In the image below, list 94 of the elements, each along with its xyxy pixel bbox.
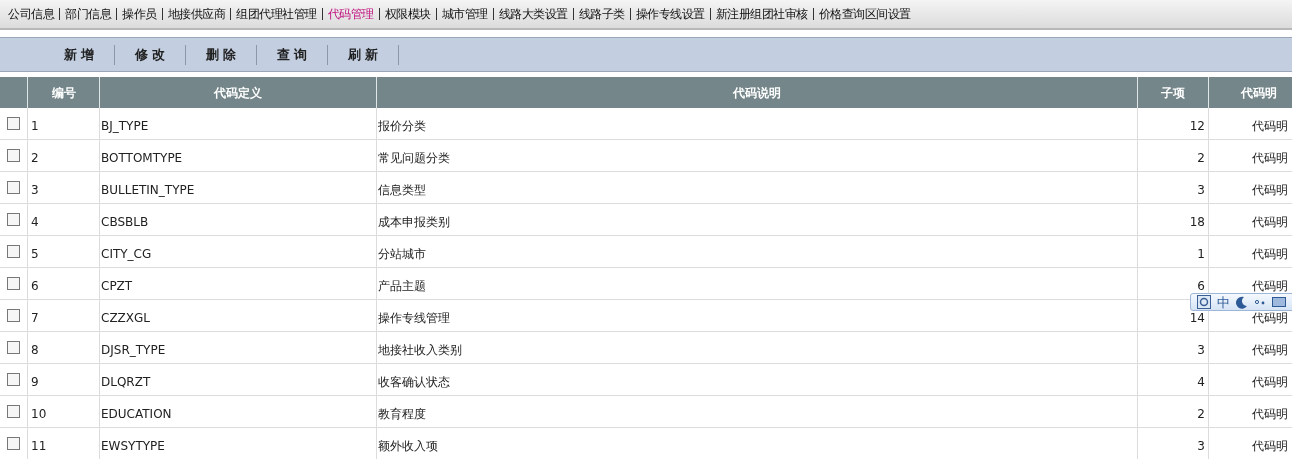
toolbar-button[interactable]: 刷 新 [328,44,398,65]
table-cell-text: 代码明 [1252,309,1288,327]
table-cell-text: BJ_TYPE [101,117,149,135]
row-checkbox[interactable] [7,181,20,194]
table-cell-text: 2 [1197,405,1205,423]
toolbar-button[interactable]: 查 询 [257,44,327,65]
table-cell-text: 收客确认状态 [378,373,450,391]
table-cell-text: 2 [1197,149,1205,167]
nav-link[interactable]: 线路子类 [578,5,625,23]
nav-link[interactable]: 代码管理 [327,5,374,23]
table-cell-text: DJSR_TYPE [101,341,166,359]
table-cell-text: 教育程度 [378,405,426,423]
nav-link[interactable]: 权限模块 [384,5,431,23]
table-cell-text: 4 [31,213,39,231]
table-cell-text: 8 [31,341,39,359]
ime-logo-icon[interactable] [1197,295,1211,309]
table-cell-text: 代码明 [1252,149,1288,167]
table-cell-text: 3 [1197,341,1205,359]
table-cell-text: 4 [1197,373,1205,391]
row-checkbox[interactable] [7,405,20,418]
table-cell-text: 代码明 [1252,277,1288,295]
input-mode-toggle[interactable]: 中 [1217,295,1230,309]
table-cell-text: 操作专线管理 [378,309,450,327]
table-cell-text: 地接社收入类别 [378,341,462,359]
table-cell-text: CPZT [101,277,133,295]
nav-link[interactable]: 地接供应商 [167,5,225,23]
table-cell-text: 代码明 [1252,437,1288,455]
table-cell-text: 成本申报类别 [378,213,450,231]
table-cell-text: 5 [31,245,39,263]
toolbar-button[interactable]: 删 除 [186,44,256,65]
table-cell-text: 报价分类 [378,117,426,135]
column-header: 编号 [28,77,100,108]
table-cell-text: 10 [31,405,47,423]
table-cell-text: 14 [1189,309,1205,327]
table-cell-text: CZZXGL [101,309,151,327]
row-checkbox[interactable] [7,117,20,130]
table-cell-text: 1 [1197,245,1205,263]
keyboard-icon[interactable] [1272,297,1286,307]
table-cell-text: 7 [31,309,39,327]
table-cell-text: 3 [1197,181,1205,199]
table-cell-text: 信息类型 [378,181,426,199]
nav-link[interactable]: 组团代理社管理 [236,5,317,23]
row-checkbox[interactable] [7,309,20,322]
toolbar-button[interactable]: 修 改 [115,44,185,65]
column-header: 代码定义 [100,77,377,108]
table-cell-text: 代码明 [1252,341,1288,359]
table-cell-text: 3 [1197,437,1205,455]
table-cell-text: DLQRZT [101,373,151,391]
column-header: 代码明 [1209,77,1292,108]
table-cell-text: 3 [31,181,39,199]
table-cell-text: 常见问题分类 [378,149,450,167]
row-checkbox[interactable] [7,277,20,290]
table-cell-text: CITY_CG [101,245,152,263]
table-cell-text: 6 [31,277,39,295]
row-checkbox[interactable] [7,373,20,386]
table-cell-text: 6 [1197,277,1205,295]
table-cell-text: 1 [31,117,39,135]
nav-link[interactable]: 公司信息 [8,5,54,23]
table-cell-text: EWSYTYPE [101,437,165,455]
table-cell-text: 9 [31,373,39,391]
punctuation-icon[interactable] [1254,297,1266,307]
nav-link[interactable]: 价格查询区间设置 [818,5,911,23]
table-cell-text: 产品主题 [378,277,426,295]
nav-link[interactable]: 部门信息 [65,5,111,23]
row-checkbox[interactable] [7,341,20,354]
nav-link[interactable]: 新注册组团社审核 [715,5,808,23]
table-cell-text: 额外收入项 [378,437,438,455]
table-cell-text: 代码明 [1252,213,1288,231]
table-cell-text: 2 [31,149,39,167]
moon-icon[interactable] [1236,295,1248,309]
table-cell-text: 代码明 [1252,117,1288,135]
table-cell-text: 18 [1189,213,1205,231]
table-cell-text: CBSBLB [101,213,149,231]
toolbar-button[interactable]: 新 增 [44,44,114,65]
table-cell-text: 分站城市 [378,245,426,263]
table-cell-text: 代码明 [1252,373,1288,391]
table-cell-text: 代码明 [1252,245,1288,263]
row-checkbox[interactable] [7,437,20,450]
table-cell-text: EDUCATION [101,405,172,423]
nav-link[interactable]: 城市管理 [441,5,488,23]
row-checkbox[interactable] [7,213,20,226]
column-header: 代码说明 [377,77,1138,108]
nav-link[interactable]: 线路大类设置 [498,5,568,23]
table-cell-text: BULLETIN_TYPE [101,181,195,199]
column-header: 子项 [1138,77,1209,108]
table-cell-text: BOTTOMTYPE [101,149,183,167]
row-checkbox[interactable] [7,149,20,162]
table-cell-text: 代码明 [1252,405,1288,423]
nav-link[interactable]: 操作员 [122,5,157,23]
nav-link[interactable]: 操作专线设置 [635,5,705,23]
table-cell-text: 代码明 [1252,181,1288,199]
table-cell-text: 11 [31,437,47,455]
table-cell-text: 12 [1189,117,1205,135]
row-checkbox[interactable] [7,245,20,258]
